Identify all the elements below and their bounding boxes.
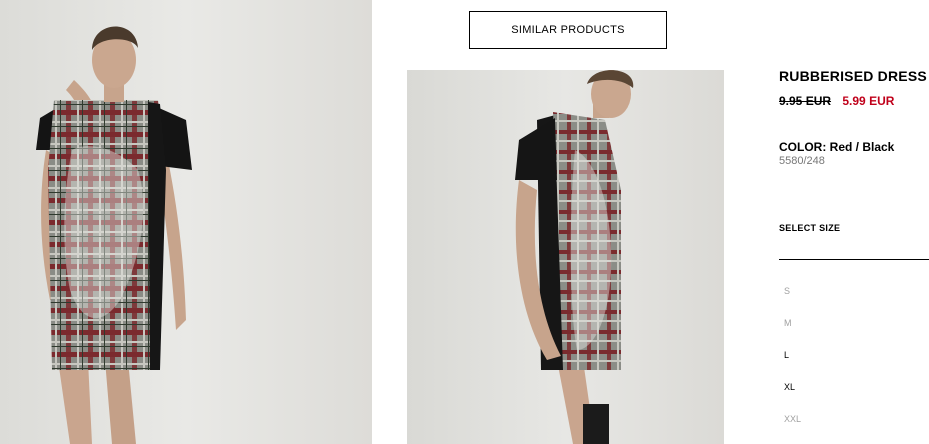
size-option-l[interactable]: L	[784, 350, 789, 360]
product-title: RUBBERISED DRESS	[779, 68, 927, 84]
product-photo-secondary[interactable]	[407, 70, 724, 444]
price-row: 9.95 EUR 5.99 EUR	[779, 94, 894, 108]
select-size-heading: SELECT SIZE	[779, 223, 841, 233]
model-front-illustration	[36, 26, 192, 444]
size-option-xl[interactable]: XL	[784, 382, 795, 392]
original-price: 9.95 EUR	[779, 94, 832, 108]
product-photo-main[interactable]	[0, 0, 372, 444]
size-option-xxl[interactable]: XXL	[784, 414, 801, 424]
model-side-illustration	[515, 70, 634, 444]
reference-code: 5580/248	[779, 155, 825, 167]
product-info-panel: RUBBERISED DRESS 9.95 EUR 5.99 EUR COLOR…	[779, 66, 929, 444]
size-option-s[interactable]: S	[784, 286, 790, 296]
sale-price: 5.99 EUR	[842, 94, 895, 108]
size-option-m[interactable]: M	[784, 318, 792, 328]
size-divider	[779, 259, 929, 260]
color-label: COLOR: Red / Black	[779, 140, 895, 154]
similar-products-button[interactable]: SIMILAR PRODUCTS	[469, 11, 667, 49]
